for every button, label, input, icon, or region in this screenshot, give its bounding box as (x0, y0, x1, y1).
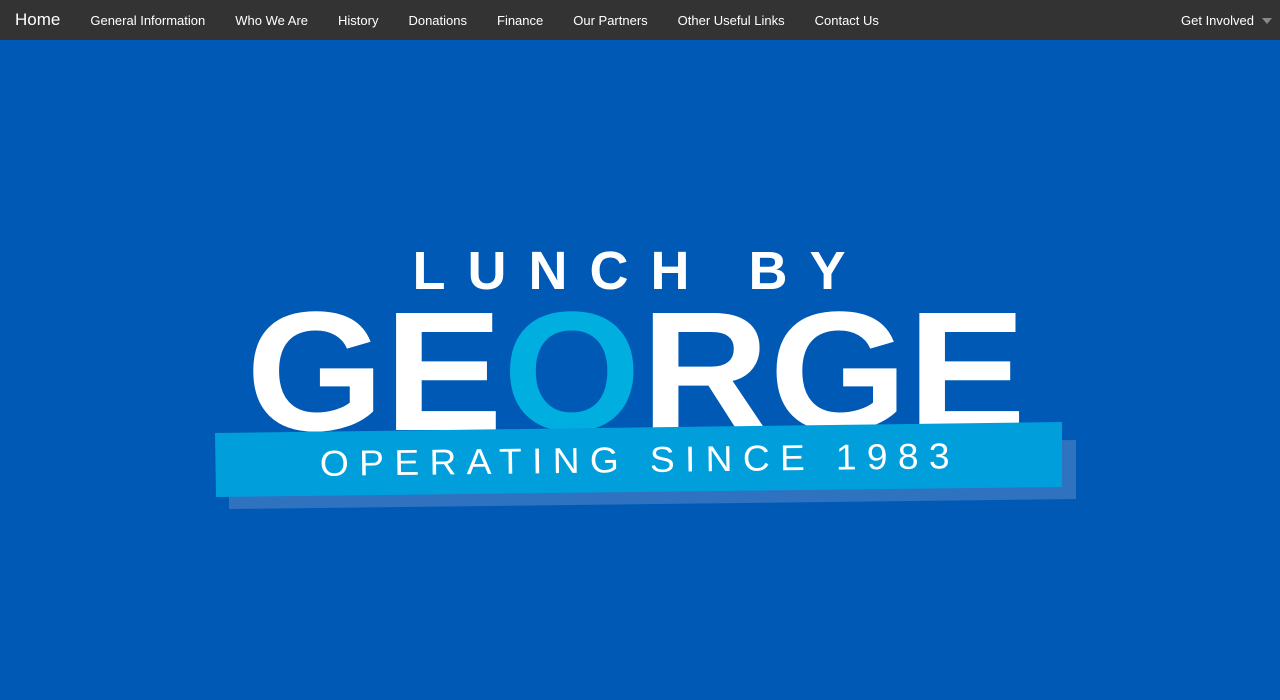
nav-home-link[interactable]: Home (15, 10, 60, 30)
hero-section: LUNCH BY GEORGE OPERATING SINCE 1983 (0, 40, 1280, 700)
nav-item-general-information[interactable]: General Information (75, 13, 220, 28)
caret-down-icon (1262, 17, 1272, 24)
lunch-by-george-logo: LUNCH BY GEORGE OPERATING SINCE 1983 (215, 241, 1076, 509)
nav-item-who-we-are[interactable]: Who We Are (220, 13, 323, 28)
top-navbar: Home General Information Who We Are Hist… (0, 0, 1280, 40)
nav-item-contact-us[interactable]: Contact Us (800, 13, 894, 28)
nav-item-other-useful-links[interactable]: Other Useful Links (663, 13, 800, 28)
get-involved-dropdown[interactable]: Get Involved (1181, 0, 1272, 40)
nav-item-history[interactable]: History (323, 13, 393, 28)
get-involved-label: Get Involved (1181, 12, 1254, 28)
logo-tagline: OPERATING SINCE 1983 (320, 435, 960, 484)
nav-item-finance[interactable]: Finance (482, 13, 558, 28)
nav-item-our-partners[interactable]: Our Partners (558, 13, 662, 28)
nav-item-donations[interactable]: Donations (393, 13, 482, 28)
nav-menu: General Information Who We Are History D… (75, 13, 894, 28)
